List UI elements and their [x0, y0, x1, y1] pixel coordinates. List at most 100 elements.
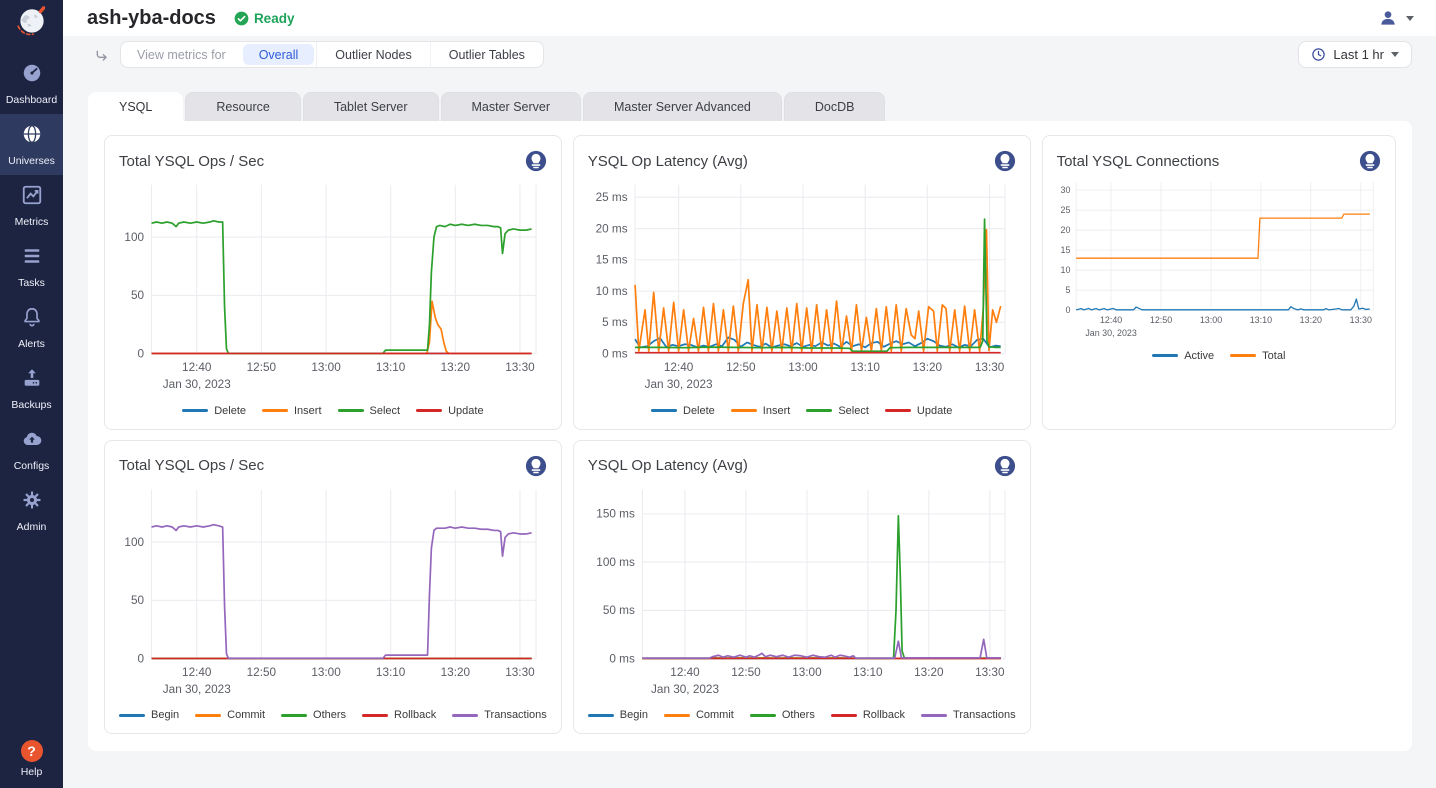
- sidebar-item-label: Help: [21, 766, 43, 778]
- legend-item[interactable]: Delete: [651, 405, 715, 417]
- legend-item[interactable]: Insert: [262, 405, 322, 417]
- prometheus-link-icon[interactable]: [1359, 150, 1381, 172]
- sidebar-item-tasks[interactable]: Tasks: [0, 236, 63, 297]
- legend-swatch: [362, 714, 388, 717]
- app-root: Dashboard Universes Metrics Tasks: [0, 0, 1436, 788]
- main-content: ash-yba-docs Ready View metrics: [63, 0, 1436, 788]
- svg-text:13:30: 13:30: [975, 361, 1005, 374]
- svg-text:12:40: 12:40: [664, 361, 694, 374]
- svg-text:Jan 30, 2023: Jan 30, 2023: [163, 378, 231, 391]
- prometheus-link-icon[interactable]: [525, 455, 547, 477]
- legend-swatch: [831, 714, 857, 717]
- tab-docdb[interactable]: DocDB: [784, 92, 886, 121]
- legend-item[interactable]: Delete: [182, 405, 246, 417]
- legend-item[interactable]: Begin: [119, 709, 179, 721]
- legend-item[interactable]: Transactions: [921, 709, 1016, 721]
- svg-text:0 ms: 0 ms: [609, 652, 635, 665]
- chart-plot: 0 ms50 ms100 ms150 ms12:4012:5013:0013:1…: [588, 479, 1016, 706]
- chart-card-total-ysql-ops-transactions: Total YSQL Ops / Sec 05010012:4012:5013:…: [104, 440, 562, 735]
- sidebar-item-label: Configs: [14, 460, 50, 472]
- chart-legend: Active Total: [1057, 346, 1381, 366]
- legend-item[interactable]: Select: [806, 405, 869, 417]
- legend-item[interactable]: Insert: [731, 405, 791, 417]
- legend-item[interactable]: Commit: [664, 709, 734, 721]
- tab-master-server-advanced[interactable]: Master Server Advanced: [583, 92, 782, 121]
- universes-icon: [21, 123, 43, 150]
- svg-text:50: 50: [131, 289, 145, 302]
- sidebar-item-label: Universes: [8, 155, 55, 167]
- legend-item[interactable]: Rollback: [362, 709, 436, 721]
- legend-item[interactable]: Begin: [588, 709, 648, 721]
- svg-text:12:40: 12:40: [182, 361, 212, 374]
- svg-text:12:50: 12:50: [1150, 315, 1172, 325]
- sidebar-item-label: Tasks: [18, 277, 45, 289]
- tab-outlier-nodes[interactable]: Outlier Nodes: [316, 42, 429, 67]
- sidebar-item-admin[interactable]: Admin: [0, 480, 63, 541]
- legend-swatch: [1230, 354, 1256, 357]
- prometheus-link-icon[interactable]: [525, 150, 547, 172]
- legend-swatch: [664, 714, 690, 717]
- svg-text:13:30: 13:30: [975, 665, 1005, 678]
- sidebar-item-alerts[interactable]: Alerts: [0, 297, 63, 358]
- metrics-toolbar: View metrics for Overall Outlier Nodes O…: [63, 41, 1436, 69]
- check-circle-icon: [234, 11, 249, 26]
- time-range-selector[interactable]: Last 1 hr: [1298, 41, 1412, 68]
- tasks-icon: [21, 245, 43, 272]
- page-header: ash-yba-docs Ready: [63, 0, 1436, 36]
- prometheus-link-icon[interactable]: [994, 150, 1016, 172]
- legend-item[interactable]: Update: [416, 405, 483, 417]
- svg-text:0: 0: [1065, 305, 1070, 315]
- legend-swatch: [806, 409, 832, 412]
- svg-text:30: 30: [1060, 185, 1070, 195]
- svg-text:13:20: 13:20: [914, 665, 944, 678]
- svg-text:13:30: 13:30: [1349, 315, 1371, 325]
- legend-item[interactable]: Others: [281, 709, 346, 721]
- sidebar-item-configs[interactable]: Configs: [0, 419, 63, 480]
- metrics-panel: Total YSQL Ops / Sec 05010012:4012:5013:…: [88, 121, 1412, 751]
- svg-text:13:00: 13:00: [311, 665, 341, 678]
- sidebar-item-label: Alerts: [18, 338, 45, 350]
- tab-master-server[interactable]: Master Server: [441, 92, 582, 121]
- legend-swatch: [588, 714, 614, 717]
- svg-text:0: 0: [137, 652, 144, 665]
- svg-text:20: 20: [1060, 225, 1070, 235]
- tab-outlier-tables[interactable]: Outlier Tables: [430, 42, 543, 67]
- legend-item[interactable]: Total: [1230, 350, 1285, 362]
- tab-resource[interactable]: Resource: [185, 92, 301, 121]
- svg-text:12:40: 12:40: [1100, 315, 1122, 325]
- chart-legend: Begin Commit Others Rollback Transactions: [588, 705, 1016, 725]
- sidebar-item-backups[interactable]: Backups: [0, 358, 63, 419]
- svg-text:13:10: 13:10: [376, 665, 406, 678]
- legend-item[interactable]: Transactions: [452, 709, 547, 721]
- sidebar-item-universes[interactable]: Universes: [0, 114, 63, 175]
- legend-item[interactable]: Rollback: [831, 709, 905, 721]
- sidebar-item-dashboard[interactable]: Dashboard: [0, 53, 63, 114]
- legend-swatch: [416, 409, 442, 412]
- svg-text:0 ms: 0 ms: [602, 347, 628, 360]
- chart-card-ysql-op-latency-transactions: YSQL Op Latency (Avg) 0 ms50 ms100 ms150…: [573, 440, 1031, 735]
- tab-ysql[interactable]: YSQL: [88, 92, 183, 121]
- tab-overall[interactable]: Overall: [243, 44, 315, 65]
- svg-text:13:20: 13:20: [441, 665, 471, 678]
- legend-swatch: [281, 714, 307, 717]
- clock-icon: [1311, 47, 1326, 62]
- legend-item[interactable]: Others: [750, 709, 815, 721]
- help-icon: ?: [21, 740, 43, 762]
- sidebar: Dashboard Universes Metrics Tasks: [0, 0, 63, 788]
- svg-text:13:20: 13:20: [912, 361, 942, 374]
- legend-item[interactable]: Update: [885, 405, 952, 417]
- prometheus-link-icon[interactable]: [994, 455, 1016, 477]
- user-menu[interactable]: [1378, 8, 1414, 28]
- svg-text:20 ms: 20 ms: [595, 222, 627, 235]
- svg-text:13:00: 13:00: [788, 361, 818, 374]
- svg-text:25 ms: 25 ms: [595, 191, 627, 204]
- legend-item[interactable]: Active: [1152, 350, 1214, 362]
- sidebar-item-help[interactable]: ? Help: [21, 740, 43, 778]
- sidebar-item-metrics[interactable]: Metrics: [0, 175, 63, 236]
- yugabyte-logo-icon: [14, 4, 50, 45]
- tab-tablet-server[interactable]: Tablet Server: [303, 92, 439, 121]
- legend-item[interactable]: Commit: [195, 709, 265, 721]
- metric-tab-bar: YSQL Resource Tablet Server Master Serve…: [88, 92, 1412, 121]
- view-metrics-label: View metrics for: [121, 42, 241, 67]
- legend-item[interactable]: Select: [338, 405, 401, 417]
